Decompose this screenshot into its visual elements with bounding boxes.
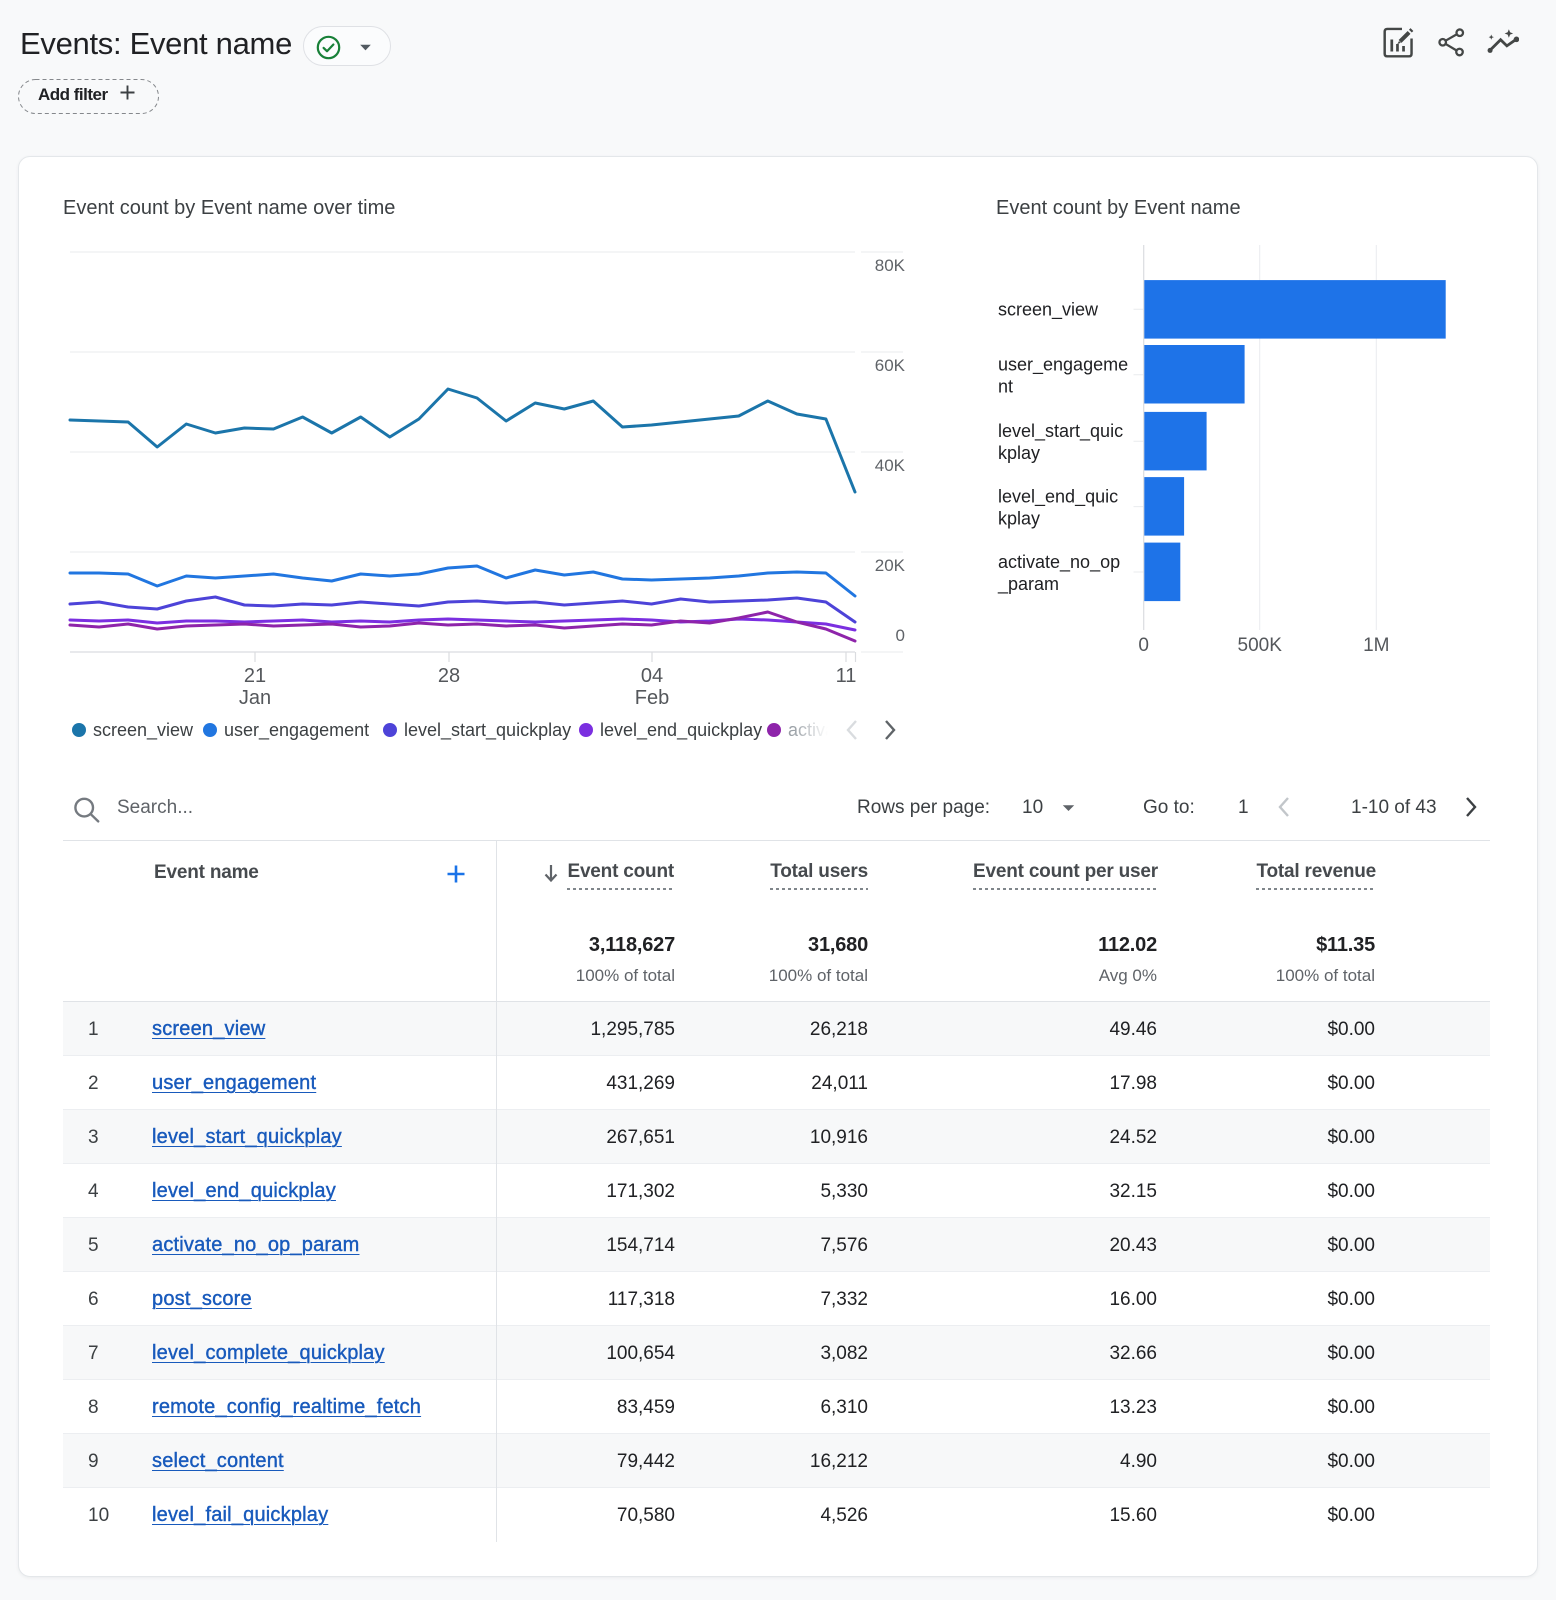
svg-text:user_engageme: user_engageme [998,355,1128,376]
svg-text:level_start_quic: level_start_quic [998,421,1123,442]
svg-text:80K: 80K [875,256,906,275]
svg-text:20K: 20K [875,556,906,575]
svg-text:_param: _param [997,574,1059,595]
svg-text:0: 0 [896,626,905,645]
svg-text:04: 04 [641,665,663,687]
svg-text:nt: nt [998,377,1013,397]
svg-text:500K: 500K [1238,635,1283,656]
svg-text:activate_no_op: activate_no_op [998,552,1120,573]
svg-text:21: 21 [244,665,266,687]
svg-text:kplay: kplay [998,509,1040,529]
svg-text:Jan: Jan [239,687,271,709]
svg-text:40K: 40K [875,456,906,475]
svg-text:Feb: Feb [635,687,669,709]
svg-text:0: 0 [1138,635,1149,656]
svg-text:level_end_quic: level_end_quic [998,487,1118,508]
svg-text:kplay: kplay [998,443,1040,463]
svg-text:screen_view: screen_view [998,300,1099,321]
svg-text:28: 28 [438,665,460,687]
svg-text:1M: 1M [1363,635,1389,656]
svg-text:60K: 60K [875,356,906,375]
svg-text:11: 11 [836,665,857,687]
